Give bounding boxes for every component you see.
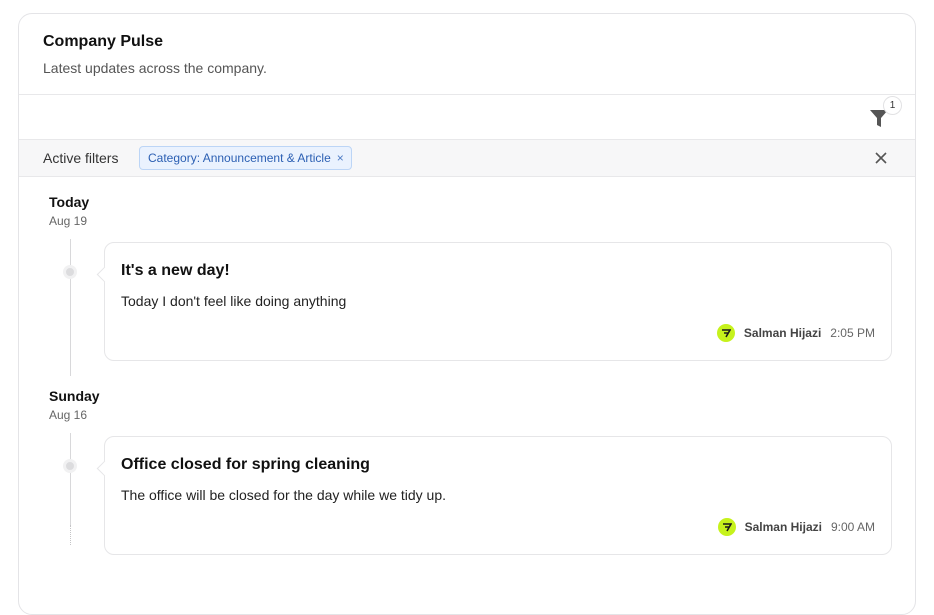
user-avatar-icon (721, 329, 731, 338)
timeline-line-continuation (70, 525, 72, 545)
close-icon (875, 152, 887, 164)
user-avatar-icon (722, 523, 732, 532)
post-time: 9:00 AM (830, 520, 875, 534)
card-notch (96, 460, 113, 477)
timeline-dot (63, 459, 77, 473)
panel-header: Company Pulse Latest updates across the … (19, 14, 915, 95)
timeline-line (70, 433, 71, 525)
card-notch (96, 266, 113, 283)
active-filters-label: Active filters (43, 150, 119, 166)
active-filters-bar: Active filters Category: Announcement & … (19, 140, 915, 177)
timeline-line (70, 239, 71, 376)
close-icon[interactable]: × (337, 151, 344, 165)
post-card[interactable]: Office closed for spring cleaning The of… (96, 436, 892, 555)
day-date: Aug 19 (49, 214, 88, 228)
timeline: Today Aug 19 It's a new day! Today I don… (19, 177, 915, 587)
timeline-dot (63, 265, 77, 279)
filter-count-badge: 1 (883, 96, 902, 115)
clear-filters-button[interactable] (873, 150, 889, 166)
page-subtitle: Latest updates across the company. (43, 60, 267, 76)
post-author[interactable]: Salman Hijazi (744, 326, 821, 340)
day-label: Sunday (49, 388, 100, 404)
day-label: Today (49, 194, 90, 210)
post-title: Office closed for spring cleaning (121, 456, 370, 473)
avatar (717, 518, 736, 536)
post-meta: Salman Hijazi 9:00 AM (717, 518, 875, 536)
page-title: Company Pulse (43, 33, 164, 50)
company-pulse-panel: Company Pulse Latest updates across the … (18, 13, 916, 615)
post-body: The office will be closed for the day wh… (121, 487, 447, 503)
post-meta: Salman Hijazi 2:05 PM (716, 324, 875, 342)
avatar (716, 324, 735, 342)
filter-chip-category[interactable]: Category: Announcement & Article × (139, 146, 352, 170)
post-card[interactable]: It's a new day! Today I don't feel like … (96, 242, 892, 361)
post-author[interactable]: Salman Hijazi (745, 520, 822, 534)
filter-chip-label: Category: Announcement & Article (148, 151, 331, 165)
post-body: Today I don't feel like doing anything (121, 293, 347, 309)
post-time: 2:05 PM (830, 326, 875, 340)
post-title: It's a new day! (121, 262, 230, 279)
toolbar: 1 (19, 95, 915, 140)
filter-button[interactable]: 1 (867, 96, 902, 131)
day-date: Aug 16 (49, 408, 88, 422)
